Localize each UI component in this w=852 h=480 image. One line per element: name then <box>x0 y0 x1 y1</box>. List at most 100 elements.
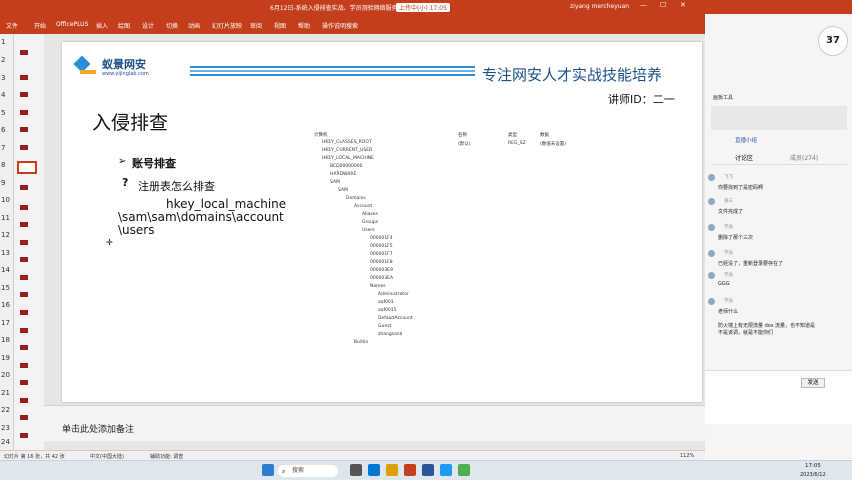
tab-members[interactable]: 成员(274) <box>790 153 818 162</box>
tab-home[interactable]: 开始 <box>34 21 46 30</box>
thumbnail[interactable] <box>20 310 28 315</box>
slide-thumbnails[interactable] <box>14 34 44 450</box>
tree-node: 000001F5 <box>370 244 393 249</box>
start-icon[interactable] <box>262 464 274 476</box>
window-title: 6月12日-系统入侵排查实战、学员测验网络服务实操... <box>270 5 416 12</box>
zoom-level[interactable]: 112% <box>680 453 694 459</box>
bullet-registry: 注册表怎么排查 <box>138 180 215 193</box>
thumbnail[interactable] <box>20 292 28 297</box>
language[interactable]: 中文(中国大陆) <box>90 453 124 460</box>
header-line <box>190 66 475 68</box>
viewer-badge[interactable]: 37 <box>818 26 848 56</box>
user-name[interactable]: ziyang mercheyuan <box>570 3 629 10</box>
tell-me-search[interactable]: 操作说明搜索 <box>322 21 358 30</box>
tab-insert[interactable]: 插入 <box>96 21 108 30</box>
bullet-account-check: 账号排查 <box>132 157 176 170</box>
tab-help[interactable]: 帮助 <box>298 21 310 30</box>
tab-live-group[interactable]: 直播小组 <box>735 136 757 144</box>
thumbnail[interactable] <box>20 328 28 333</box>
powerpoint-icon[interactable] <box>404 464 416 476</box>
send-button[interactable]: 发送 <box>801 378 825 388</box>
tab-slideshow[interactable]: 幻灯片放映 <box>212 21 242 30</box>
thumbnail[interactable] <box>20 240 28 245</box>
thumbnail[interactable] <box>20 110 28 115</box>
tree-node: HKEY_LOCAL_MACHINE <box>322 156 374 161</box>
tree-node: HARDWARE <box>330 172 357 177</box>
app-icon[interactable] <box>458 464 470 476</box>
tab-draw[interactable]: 绘图 <box>118 21 130 30</box>
slide-canvas[interactable]: 蚁景网安 www.yijinglab.com 专注网安人才实战技能培养 讲师ID… <box>62 42 702 402</box>
tree-node: aaf001 <box>378 300 394 305</box>
slide-number: 24 <box>1 438 10 446</box>
slide-number: 8 <box>1 161 6 169</box>
tree-node: Builtin <box>354 340 369 345</box>
divider <box>711 164 847 165</box>
clock-date[interactable]: 2023/6/12 <box>800 472 826 478</box>
notes-pane[interactable]: 单击此处添加备注 <box>44 405 705 441</box>
accessibility[interactable]: 辅助功能: 调查 <box>150 453 183 460</box>
thumbnail[interactable] <box>20 363 28 368</box>
tab-file[interactable]: 文件 <box>6 21 18 30</box>
tree-node: zhangsan$ <box>378 332 403 337</box>
thumbnail[interactable] <box>20 398 28 403</box>
slide-number: 11 <box>1 214 10 222</box>
registry-path-line1: hkey_local_machine <box>166 197 287 211</box>
tab-animations[interactable]: 动画 <box>188 21 200 30</box>
word-icon[interactable] <box>422 464 434 476</box>
edge-icon[interactable] <box>368 464 380 476</box>
thumbnail[interactable] <box>20 185 28 190</box>
thumbnail[interactable] <box>20 380 28 385</box>
thumbnail[interactable] <box>20 275 28 280</box>
tree-node: HKEY_CURRENT_USER <box>322 148 373 153</box>
thumbnail[interactable] <box>20 205 28 210</box>
slide-number: 4 <box>1 91 6 99</box>
tab-officeplus[interactable]: OfficePLUS <box>56 21 88 28</box>
status-bar: 幻灯片 第 16 张，共 42 张 中文(中国大陆) 辅助功能: 调查 112% <box>0 450 705 460</box>
tab-review[interactable]: 审阅 <box>250 21 262 30</box>
thumbnail[interactable] <box>20 50 28 55</box>
maximize-icon[interactable]: ☐ <box>660 1 666 9</box>
slide-number: 18 <box>1 336 10 344</box>
thumbnail-selected[interactable] <box>17 161 37 174</box>
chat-message: GGG <box>718 281 730 287</box>
avatar <box>708 174 715 181</box>
thumbnail[interactable] <box>20 433 28 438</box>
chat-author: 学员 <box>724 225 733 230</box>
slide-number: 20 <box>1 371 10 379</box>
tree-node: 000001F4 <box>370 236 393 241</box>
drawing-toolbar[interactable] <box>711 106 847 130</box>
clock-time[interactable]: 17:05 <box>805 463 821 469</box>
tab-view[interactable]: 视图 <box>274 21 286 30</box>
thumbnail[interactable] <box>20 415 28 420</box>
app-icon[interactable] <box>440 464 452 476</box>
registry-path-line3: \users <box>118 223 155 237</box>
tab-design[interactable]: 设计 <box>142 21 154 30</box>
thumbnail[interactable] <box>20 127 28 132</box>
tree-node: BCD00000000 <box>330 164 363 169</box>
taskbar-search[interactable]: 搜索 <box>278 465 338 477</box>
chat-input[interactable] <box>705 370 852 424</box>
slide-number: 3 <box>1 74 6 82</box>
thumbnail[interactable] <box>20 75 28 80</box>
logo-text: 蚁景网安 <box>102 59 146 71</box>
tab-discussion[interactable]: 讨论区 <box>735 153 753 162</box>
slide-number: 1 <box>1 38 6 46</box>
thumbnail[interactable] <box>20 222 28 227</box>
chat-message: 老师什么 <box>718 309 739 315</box>
logo-url: www.yijinglab.com <box>102 71 149 77</box>
close-icon[interactable]: ✕ <box>680 1 686 9</box>
thumbnail[interactable] <box>20 345 28 350</box>
minimize-icon[interactable]: — <box>640 1 647 9</box>
slide-number: 9 <box>1 179 6 187</box>
save-status: 上传中(小) 17:05 <box>396 3 450 12</box>
regedit-screenshot: 计算机 HKEY_CLASSES_ROOT HKEY_CURRENT_USER … <box>312 132 637 347</box>
tab-transitions[interactable]: 切换 <box>166 21 178 30</box>
column-header: 名称 <box>458 133 467 138</box>
slide-number: 10 <box>1 196 10 204</box>
thumbnail[interactable] <box>20 145 28 150</box>
tree-node: DefaultAccount <box>378 316 413 321</box>
thumbnail[interactable] <box>20 92 28 97</box>
explorer-icon[interactable] <box>386 464 398 476</box>
task-view-icon[interactable] <box>350 464 362 476</box>
thumbnail[interactable] <box>20 257 28 262</box>
